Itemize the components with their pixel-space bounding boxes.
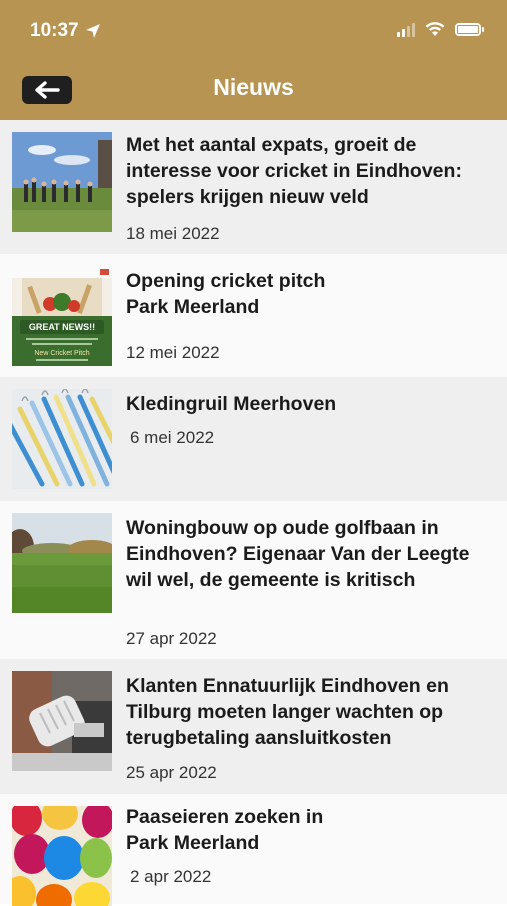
- golf-course-photo: [12, 513, 112, 613]
- news-list: Met het aantal expats, groeit de interes…: [0, 120, 507, 906]
- news-title: Kledingruil Meerhoven: [126, 391, 497, 417]
- news-date: 2 apr 2022: [130, 867, 212, 886]
- location-arrow-icon: [85, 24, 100, 38]
- news-title-text: Kledingruil Meerhoven: [126, 393, 337, 415]
- news-item[interactable]: Woningbouw op oude golfbaan in Eindhoven…: [0, 501, 507, 659]
- news-date: 25 apr 2022: [126, 763, 217, 782]
- news-thumbnail: [12, 513, 112, 613]
- news-title: Met het aantal expats, groeit de interes…: [126, 132, 497, 210]
- status-time-text: 10:37: [30, 20, 79, 41]
- news-title: Opening cricket pitch Park Meerland: [126, 268, 497, 320]
- news-thumbnail: [12, 806, 112, 906]
- news-date: 18 mei 2022: [126, 224, 220, 243]
- news-item[interactable]: Kledingruil Meerhoven 6 mei 2022: [0, 377, 507, 501]
- easter-eggs-photo: [12, 806, 112, 906]
- news-title: Woningbouw op oude golfbaan in Eindhoven…: [126, 515, 497, 593]
- news-title: Paaseieren zoeken in Park Meerland: [126, 804, 497, 856]
- news-item[interactable]: GREAT NEWS!! New Cricket Pitch Opening c…: [0, 254, 507, 377]
- app-header: 10:37 Nieuws: [0, 0, 507, 120]
- clothes-hangers-photo: [12, 389, 112, 489]
- news-item[interactable]: Met het aantal expats, groeit de interes…: [0, 120, 507, 254]
- great-news-cricket-poster: GREAT NEWS!! New Cricket Pitch: [12, 266, 112, 366]
- status-bar-indicators: [397, 22, 484, 37]
- news-title-text: Klanten Ennatuurlijk Eindhoven en Tilbur…: [126, 675, 449, 749]
- news-date: 27 apr 2022: [126, 629, 217, 648]
- news-thumbnail: GREAT NEWS!! New Cricket Pitch: [12, 266, 112, 366]
- poster-headline: GREAT NEWS!!: [29, 322, 95, 332]
- thermostat-valve-photo: [12, 671, 112, 771]
- news-date: 6 mei 2022: [130, 428, 215, 447]
- news-title-text: Woningbouw op oude golfbaan in Eindhoven…: [126, 517, 470, 591]
- news-title: Klanten Ennatuurlijk Eindhoven en Tilbur…: [126, 673, 497, 751]
- news-title-text: Opening cricket pitch Park Meerland: [126, 270, 326, 318]
- news-thumbnail: [12, 389, 112, 489]
- page-title: Nieuws: [213, 74, 294, 100]
- news-date: 12 mei 2022: [126, 343, 220, 362]
- wifi-icon: [425, 22, 445, 36]
- news-thumbnail: [12, 132, 112, 232]
- news-thumbnail: [12, 671, 112, 771]
- news-title-text: Paaseieren zoeken in Park Meerland: [126, 806, 324, 854]
- status-bar-time: 10:37: [30, 20, 101, 42]
- news-item[interactable]: Klanten Ennatuurlijk Eindhoven en Tilbur…: [0, 659, 507, 794]
- cellular-signal-icon: [397, 22, 415, 37]
- news-item[interactable]: Paaseieren zoeken in Park Meerland 2 apr…: [0, 794, 507, 906]
- poster-subheadline: New Cricket Pitch: [34, 350, 89, 357]
- battery-icon: [455, 23, 484, 36]
- cricket-field-photo: [12, 132, 112, 232]
- news-title-text: Met het aantal expats, groeit de interes…: [126, 134, 462, 208]
